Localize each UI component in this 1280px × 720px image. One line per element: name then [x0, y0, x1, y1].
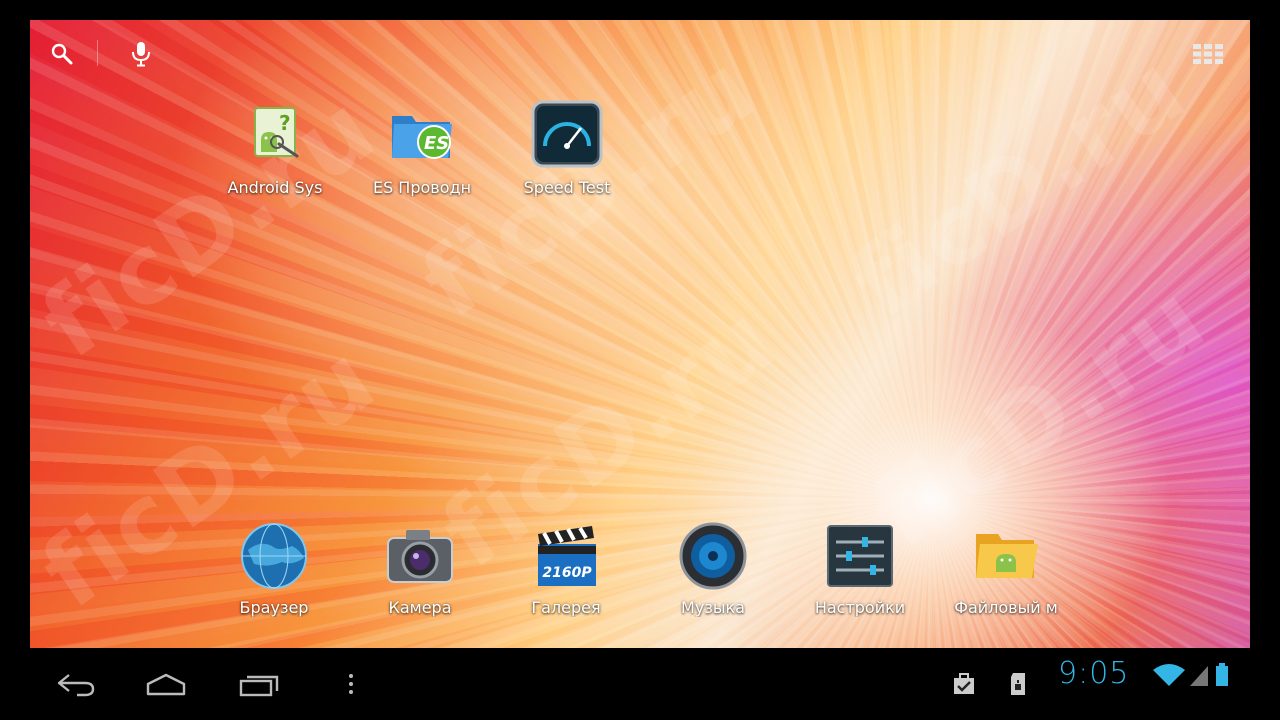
android-system-icon: ?: [254, 107, 299, 158]
dock-label: Камера: [388, 598, 452, 617]
dock-label: Настройки: [814, 598, 906, 617]
gallery-badge: 2160P: [542, 565, 592, 581]
es-file-explorer-icon: ES: [392, 116, 452, 159]
back-arrow-icon: [57, 674, 95, 697]
camera-icon: [387, 530, 453, 583]
microphone-icon: [132, 42, 150, 67]
shortcut-label: Android Sys: [227, 178, 323, 197]
sd-card-icon: [1011, 673, 1025, 695]
search-icon: [51, 43, 73, 65]
file-manager-folder-icon: [976, 534, 1038, 578]
dock-file-manager[interactable]: Файловый м: [946, 520, 1066, 617]
cell-signal-icon: [1190, 666, 1208, 686]
battery-icon: [1216, 663, 1228, 686]
dock-camera[interactable]: Камера: [360, 520, 480, 617]
search-button[interactable]: [46, 38, 78, 70]
dock-label: Браузер: [239, 598, 309, 617]
overflow-menu-icon: [349, 674, 353, 694]
shortcut-label: ES Проводн: [372, 178, 472, 197]
shortcut-label: Speed Test: [523, 178, 611, 197]
dock-settings[interactable]: Настройки: [800, 520, 920, 617]
dock-browser[interactable]: Браузер: [214, 520, 334, 617]
svg-text:?: ?: [279, 111, 291, 135]
globe-icon: [241, 523, 307, 589]
app-grid-icon: [1193, 44, 1223, 64]
home-screen-wallpaper: ficD.ru ficD.ru ficD.ru ficD.ru ficD.ru …: [30, 20, 1250, 648]
back-button[interactable]: [46, 662, 106, 706]
shortcut-android-system[interactable]: ? Android Sys: [215, 100, 335, 197]
settings-sliders-icon: [827, 525, 893, 587]
dock-music[interactable]: Музыка: [653, 520, 773, 617]
wifi-signal-icon: [1153, 664, 1185, 686]
all-apps-button[interactable]: [1192, 38, 1224, 70]
clapperboard-icon: 2160P: [538, 526, 596, 586]
wallpaper-streaks-fine: [30, 20, 1250, 648]
notification-tasks[interactable]: [934, 662, 994, 706]
overflow-menu-button[interactable]: [321, 662, 381, 706]
dock-label: Галерея: [531, 598, 601, 617]
recent-apps-button[interactable]: [229, 662, 289, 706]
dock-gallery[interactable]: 2160P Галерея: [506, 520, 626, 617]
voice-search-button[interactable]: [125, 38, 157, 70]
dock-label: Файловый м: [954, 598, 1058, 617]
home-button[interactable]: [136, 662, 196, 706]
dock-label: Музыка: [681, 598, 745, 617]
home-icon: [146, 673, 186, 696]
search-divider: [97, 40, 98, 66]
task-checklist-icon: [954, 673, 974, 694]
status-clock: 9:05: [1058, 656, 1130, 691]
notification-sd-card[interactable]: [988, 662, 1048, 706]
shortcut-speed-test[interactable]: Speed Test: [507, 100, 627, 197]
svg-text:ES: ES: [424, 133, 449, 154]
speedtest-gauge-icon: [531, 100, 603, 168]
speaker-icon: [679, 522, 747, 590]
recent-apps-icon: [239, 675, 279, 697]
shortcut-es-explorer[interactable]: ES ES Проводн: [362, 100, 482, 197]
